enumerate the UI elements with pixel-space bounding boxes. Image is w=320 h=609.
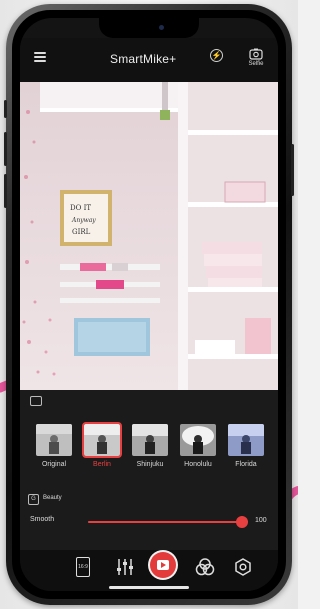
app-title: SmartMike+ — [110, 52, 177, 66]
app-header: SmartMike+ ⚡ Selfie — [20, 38, 278, 82]
filter-panel-icon — [30, 396, 42, 406]
record-button[interactable] — [150, 552, 176, 578]
front-camera-icon — [159, 25, 164, 30]
filter-thumbnail — [36, 424, 72, 456]
volume-down-button — [4, 174, 7, 208]
filter-panel: Original Berlin Shinjuku Honolulu Florid… — [20, 390, 278, 550]
bottom-toolbar: 16:9 — [20, 550, 278, 591]
camera-preview: DO IT Anyway GIRL — [20, 82, 278, 390]
filters-button[interactable] — [194, 556, 216, 578]
smooth-value: 100 — [255, 517, 267, 524]
filter-thumbnail — [132, 424, 168, 456]
notch — [99, 18, 199, 38]
filter-thumbnail — [82, 422, 122, 458]
selfie-button[interactable]: Selfie — [242, 48, 270, 67]
phone-frame: SmartMike+ ⚡ Selfie DO IT Anyway GIRL Or… — [4, 4, 294, 605]
svg-text:Anyway: Anyway — [71, 217, 96, 224]
volume-up-button — [4, 132, 7, 166]
svg-text:GIRL: GIRL — [72, 228, 91, 236]
selfie-label: Selfie — [248, 61, 264, 67]
beauty-label: Beauty — [43, 495, 62, 501]
svg-text:DO IT: DO IT — [70, 204, 91, 212]
filter-item-shinjuku[interactable]: Shinjuku — [130, 424, 170, 468]
smooth-slider[interactable] — [88, 516, 248, 528]
filter-label: Florida — [235, 461, 257, 468]
beauty-icon: G — [28, 494, 39, 505]
smooth-slider-fill — [88, 521, 242, 523]
home-indicator — [109, 586, 189, 589]
adjustments-button[interactable] — [114, 556, 136, 578]
aspect-ratio-button[interactable]: 16:9 — [72, 556, 94, 578]
filter-thumbnail — [228, 424, 264, 456]
settings-icon — [235, 558, 251, 576]
filter-item-berlin[interactable]: Berlin — [82, 422, 122, 468]
smooth-slider-handle[interactable] — [235, 516, 248, 528]
filter-item-original[interactable]: Original — [34, 424, 74, 468]
menu-icon[interactable] — [34, 52, 46, 62]
power-button — [291, 144, 294, 196]
filter-label: Berlin — [93, 461, 111, 468]
sliders-icon — [117, 559, 133, 575]
filter-label: Shinjuku — [136, 461, 164, 468]
settings-button[interactable] — [232, 556, 254, 578]
mute-switch — [4, 100, 7, 118]
filter-item-honolulu[interactable]: Honolulu — [178, 424, 218, 468]
flash-icon[interactable]: ⚡ — [210, 49, 223, 62]
filter-thumbnail — [180, 424, 216, 456]
aspect-ratio-icon: 16:9 — [76, 557, 90, 577]
filter-item-florida[interactable]: Florida — [226, 424, 266, 468]
phone-screen: SmartMike+ ⚡ Selfie DO IT Anyway GIRL Or… — [20, 18, 278, 591]
filters-icon — [195, 558, 215, 576]
stage: SmartMike+ ⚡ Selfie DO IT Anyway GIRL Or… — [0, 0, 298, 609]
camera-switch-icon — [249, 48, 263, 60]
filter-label: Honolulu — [184, 461, 212, 468]
record-icon — [157, 560, 169, 570]
filter-label: Original — [41, 461, 67, 468]
camera-preview-image: DO IT Anyway GIRL — [20, 82, 278, 390]
smooth-label: Smooth — [30, 516, 55, 523]
